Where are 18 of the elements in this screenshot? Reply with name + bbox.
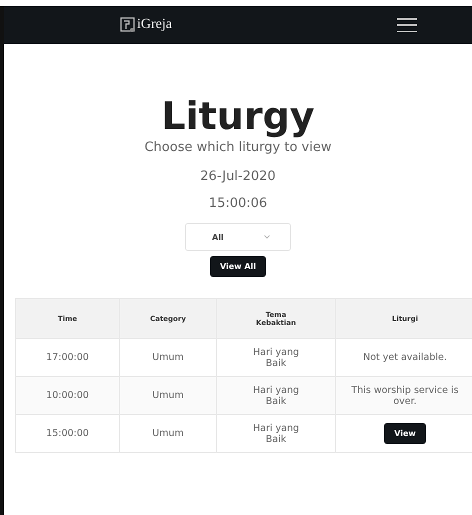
table-cell: Hari yang Baik bbox=[216, 376, 336, 414]
time-text: 15:00:06 bbox=[208, 196, 268, 211]
logo-icon bbox=[120, 17, 136, 33]
table-cell: This worship service is over. bbox=[336, 376, 472, 414]
category-dropdown[interactable]: All bbox=[185, 223, 291, 251]
page-subtitle: Choose which liturgy to view bbox=[144, 140, 332, 155]
table-cell: 10:00:00 bbox=[16, 376, 120, 414]
table-cell: 15:00:00 bbox=[16, 414, 120, 452]
page-title: Liturgy bbox=[161, 94, 315, 138]
table-cell: Umum bbox=[120, 376, 216, 414]
table-cell: Hari yang Baik bbox=[216, 414, 336, 452]
caret-icon bbox=[264, 235, 270, 239]
menu-icon[interactable] bbox=[397, 18, 417, 32]
table-cell: Umum bbox=[120, 414, 216, 452]
view-button[interactable]: View bbox=[384, 423, 426, 444]
brand-name[interactable]: iGreja bbox=[137, 17, 172, 33]
date-text: 26-Jul-2020 bbox=[200, 169, 276, 184]
view-all-button[interactable]: View All bbox=[210, 256, 266, 277]
